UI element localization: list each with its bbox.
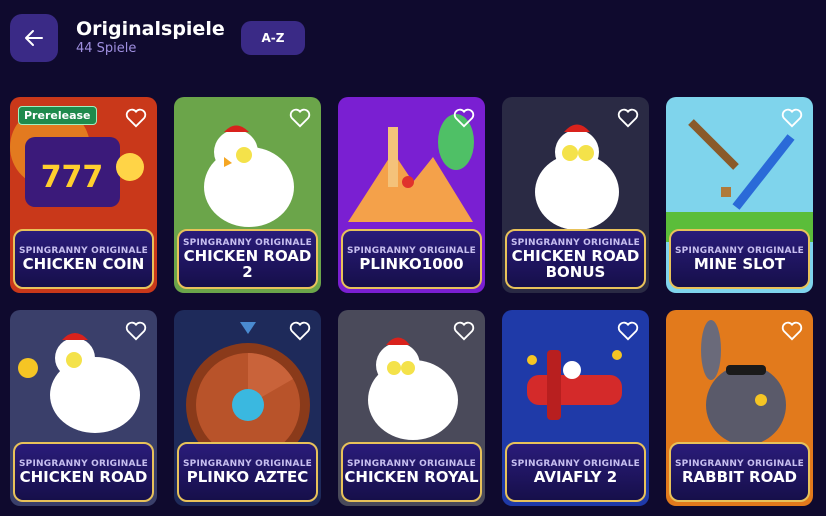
sort-az-button[interactable]: A-Z — [241, 21, 305, 55]
game-count: 44 Spiele — [76, 41, 137, 56]
game-label: SPINGRANNY ORIGINALE CHICKEN ROAD 2 — [177, 229, 318, 289]
game-label: SPINGRANNY ORIGINALE MINE SLOT — [669, 229, 810, 289]
heart-icon[interactable] — [289, 321, 311, 341]
heart-icon[interactable] — [617, 108, 639, 128]
heart-icon[interactable] — [453, 321, 475, 341]
heart-icon[interactable] — [289, 108, 311, 128]
game-card[interactable]: SPINGRANNY ORIGINALE PLINKO AZTEC — [174, 310, 321, 506]
svg-text:777: 777 — [41, 160, 104, 195]
game-card[interactable]: SPINGRANNY ORIGINALE MINE SLOT — [666, 97, 813, 293]
game-card[interactable]: 777 Prerelease SPINGRANNY ORIGINALE CHIC… — [10, 97, 157, 293]
game-card[interactable]: SPINGRANNY ORIGINALE CHICKEN ROAD BONUS — [502, 97, 649, 293]
back-button[interactable] — [10, 14, 58, 62]
heart-icon[interactable] — [125, 321, 147, 341]
game-label: SPINGRANNY ORIGINALE PLINKO1000 — [341, 229, 482, 289]
title-block: Originalspiele 44 Spiele — [76, 18, 225, 57]
game-name: CHICKEN ROAD — [19, 468, 148, 486]
game-label: SPINGRANNY ORIGINALE CHICKEN ROAD — [13, 442, 154, 502]
game-label: SPINGRANNY ORIGINALE PLINKO AZTEC — [177, 442, 318, 502]
heart-icon[interactable] — [781, 321, 803, 341]
heart-icon[interactable] — [617, 321, 639, 341]
game-label: SPINGRANNY ORIGINALE CHICKEN ROAD BONUS — [505, 229, 646, 289]
game-name: CHICKEN ROAD BONUS — [511, 247, 640, 281]
game-name: CHICKEN COIN — [22, 255, 145, 273]
game-name: PLINKO AZTEC — [186, 468, 309, 486]
game-name: CHICKEN ROAD 2 — [183, 247, 312, 281]
game-name: PLINKO1000 — [359, 255, 464, 273]
game-card[interactable]: SPINGRANNY ORIGINALE RABBIT ROAD — [666, 310, 813, 506]
game-label: SPINGRANNY ORIGINALE RABBIT ROAD — [669, 442, 810, 502]
game-card[interactable]: SPINGRANNY ORIGINALE CHICKEN ROAD 2 — [174, 97, 321, 293]
game-card[interactable]: SPINGRANNY ORIGINALE CHICKEN ROYAL — [338, 310, 485, 506]
game-name: AVIAFLY 2 — [533, 468, 618, 486]
page-title: Originalspiele — [76, 18, 225, 40]
game-label: SPINGRANNY ORIGINALE CHICKEN ROYAL — [341, 442, 482, 502]
game-card[interactable]: SPINGRANNY ORIGINALE CHICKEN ROAD — [10, 310, 157, 506]
game-name: RABBIT ROAD — [681, 468, 798, 486]
game-card[interactable]: SPINGRANNY ORIGINALE AVIAFLY 2 — [502, 310, 649, 506]
arrow-left-icon — [25, 30, 43, 46]
game-label: SPINGRANNY ORIGINALE AVIAFLY 2 — [505, 442, 646, 502]
game-name: CHICKEN ROYAL — [344, 468, 479, 486]
game-label: SPINGRANNY ORIGINALE CHICKEN COIN — [13, 229, 154, 289]
header: Originalspiele 44 Spiele A-Z — [0, 0, 826, 80]
heart-icon[interactable] — [781, 108, 803, 128]
prerelease-badge: Prerelease — [18, 106, 97, 125]
heart-icon[interactable] — [125, 108, 147, 128]
game-card[interactable]: SPINGRANNY ORIGINALE PLINKO1000 — [338, 97, 485, 293]
heart-icon[interactable] — [453, 108, 475, 128]
game-name: MINE SLOT — [693, 255, 786, 273]
